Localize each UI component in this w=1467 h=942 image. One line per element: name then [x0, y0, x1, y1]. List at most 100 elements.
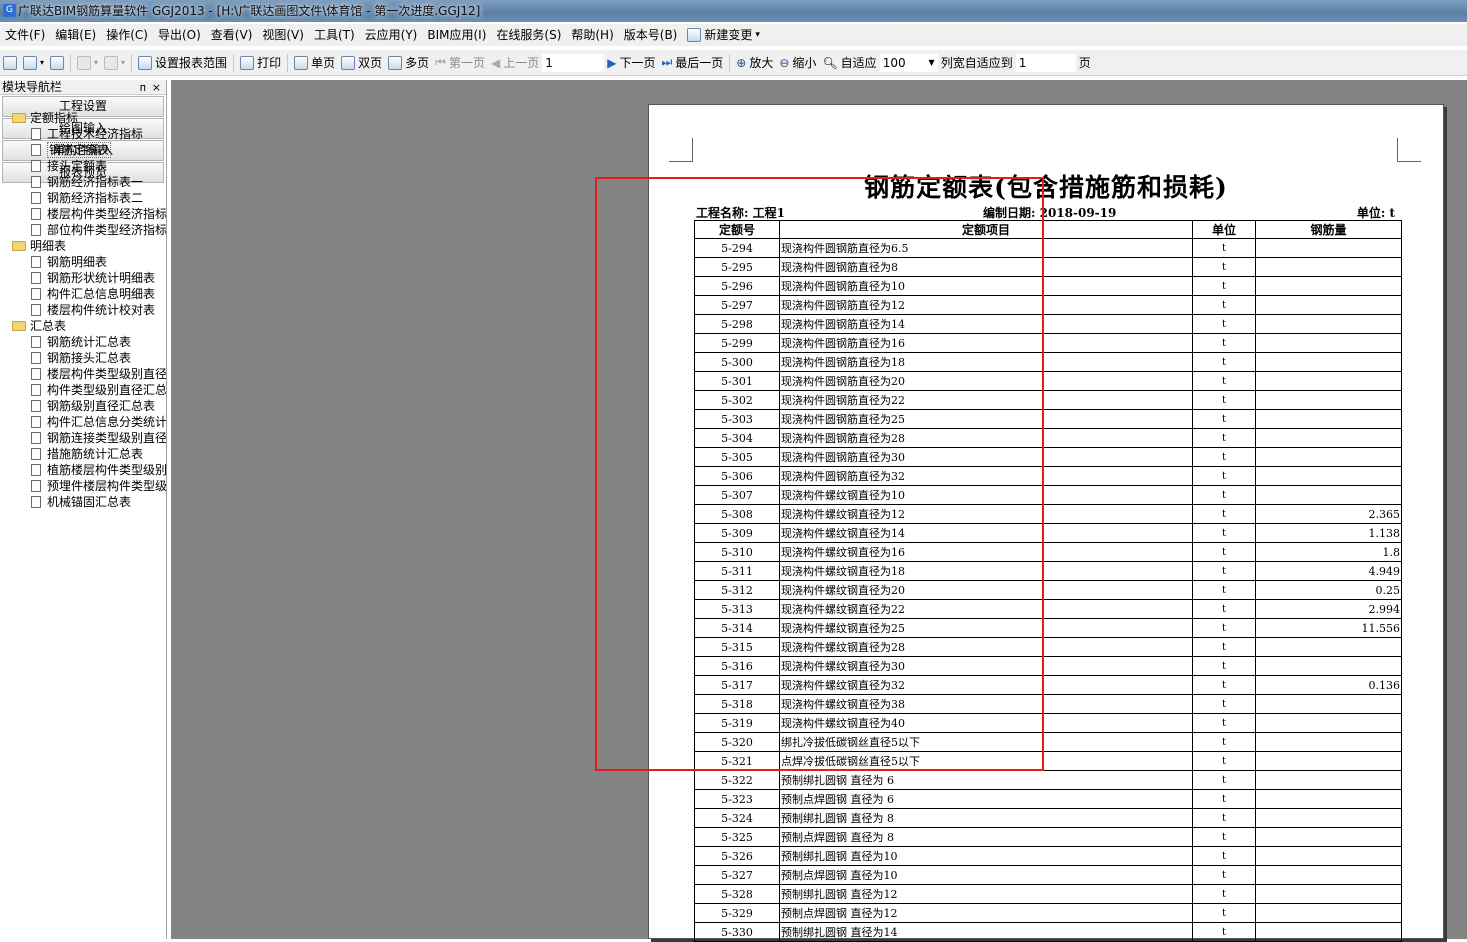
document-icon	[31, 176, 41, 188]
set-report-range-button[interactable]: 设置报表范围	[135, 52, 230, 74]
tree-report-item[interactable]: 钢筋定额表	[0, 142, 166, 158]
tree-report-item[interactable]: 钢筋明细表	[0, 254, 166, 270]
fit-button[interactable]: 🔍︎ 自适应	[819, 52, 879, 74]
tree-report-item[interactable]: 机械锚固汇总表	[0, 494, 166, 510]
menu-item[interactable]: 工具(T)	[309, 25, 360, 45]
document-icon	[31, 432, 41, 444]
quota-item-cell: 绑扎冷拔低碳钢丝直径5以下	[779, 732, 1193, 752]
quota-item-cell: 现浇构件螺纹钢直径为12	[779, 504, 1193, 524]
tree-report-item[interactable]: 接头定额表	[0, 158, 166, 174]
menu-item[interactable]: BIM应用(I)	[422, 25, 491, 45]
table-row: 5-312 现浇构件螺纹钢直径为20 t 0.25	[694, 580, 1402, 600]
multi-page-button[interactable]: 多页	[385, 52, 432, 74]
print-button[interactable]: 打印	[237, 52, 284, 74]
unit-label: 单位: t	[1356, 206, 1395, 220]
rebar-amount-cell	[1255, 808, 1402, 828]
zoom-in-button[interactable]: ⊕ 放大	[733, 52, 776, 74]
column-fit-button[interactable]: 列宽自适应到	[938, 52, 1016, 74]
tree-item-label: 构件汇总信息明细表	[47, 287, 156, 301]
next-page-button[interactable]: ▶ 下一页	[604, 52, 658, 74]
save-button[interactable]	[47, 52, 67, 74]
unit-cell: t	[1192, 485, 1256, 505]
tree-report-item[interactable]: 构件汇总信息明细表	[0, 286, 166, 302]
tree-report-item[interactable]: 部位构件类型经济指标	[0, 222, 166, 238]
tree-folder[interactable]: 汇总表	[0, 318, 166, 334]
quota-item-cell: 预制绑扎圆钢 直径为 8	[779, 808, 1193, 828]
tree-report-item[interactable]: 钢筋经济指标表二	[0, 190, 166, 206]
tree-folder[interactable]: 明细表	[0, 238, 166, 254]
table-row: 5-322 预制绑扎圆钢 直径为 6t	[694, 770, 1402, 790]
tree-report-item[interactable]: 构件汇总信息分类统计	[0, 414, 166, 430]
rebar-amount-cell	[1255, 352, 1402, 372]
menu-item[interactable]: 在线服务(S)	[491, 25, 566, 45]
menu-item[interactable]: 云应用(Y)	[360, 25, 423, 45]
rebar-amount-cell	[1255, 428, 1402, 448]
unit-cell: t	[1192, 371, 1256, 391]
quota-item-cell: 现浇构件螺纹钢直径为40	[779, 713, 1193, 733]
prev-page-button[interactable]: ◀ 上一页	[488, 52, 542, 74]
single-page-button[interactable]: 单页	[291, 52, 338, 74]
rebar-amount-cell: 4.949	[1255, 561, 1402, 581]
zoom-select[interactable]: 100 ▼	[879, 53, 938, 72]
last-page-button[interactable]: ⏭ 最后一页	[658, 52, 726, 74]
page-number-input[interactable]: 1	[542, 53, 605, 72]
quota-no-cell: 5-295	[694, 257, 780, 277]
zoom-out-button[interactable]: ⊖ 缩小	[776, 52, 819, 74]
quota-no-cell: 5-328	[694, 884, 780, 904]
tree-report-item[interactable]: 钢筋级别直径汇总表	[0, 398, 166, 414]
tree-report-item[interactable]: 构件类型级别直径汇总	[0, 382, 166, 398]
menu-item[interactable]: 导出(O)	[153, 25, 206, 45]
pin-icon[interactable]: ᴨ	[140, 80, 146, 95]
first-page-button[interactable]: ⏮ 第一页	[432, 52, 488, 74]
unit-cell: t	[1192, 732, 1256, 752]
redo-button[interactable]: ▾	[101, 52, 128, 74]
menu-item[interactable]: 新建变更 ▾	[682, 25, 765, 45]
tree-report-item[interactable]: 楼层构件类型级别直径	[0, 366, 166, 382]
tree-report-item[interactable]: 钢筋连接类型级别直径	[0, 430, 166, 446]
table-row: 5-318 现浇构件螺纹钢直径为38 t	[694, 694, 1402, 714]
new-file-button[interactable]	[0, 52, 20, 74]
undo-button[interactable]: ▾	[74, 52, 101, 74]
quota-no-cell: 5-297	[694, 295, 780, 315]
quota-item-cell: 现浇构件圆钢筋直径为14	[779, 314, 1193, 334]
table-row: 5-329 预制点焊圆钢 直径为12 t	[694, 903, 1402, 923]
rebar-amount-cell	[1255, 637, 1402, 657]
unit-cell: t	[1192, 903, 1256, 923]
column-fit-pages-input[interactable]: 1	[1015, 53, 1076, 72]
tree-report-item[interactable]: 楼层构件统计校对表	[0, 302, 166, 318]
tree-item-label: 定额指标	[30, 111, 79, 125]
menu-item[interactable]: 查看(V)	[206, 25, 258, 45]
tree-report-item[interactable]: 楼层构件类型经济指标	[0, 206, 166, 222]
menu-item[interactable]: 文件(F)	[0, 25, 50, 45]
printer-icon	[240, 55, 255, 70]
tree-report-item[interactable]: 钢筋形状统计明细表	[0, 270, 166, 286]
tree-report-item[interactable]: 措施筋统计汇总表	[0, 446, 166, 462]
menu-item[interactable]: 编辑(E)	[50, 25, 101, 45]
unit-cell: t	[1192, 827, 1256, 847]
unit-cell: t	[1192, 580, 1256, 600]
zoom-out-label: 缩小	[792, 56, 817, 70]
double-page-button[interactable]: 双页	[338, 52, 385, 74]
quota-no-cell: 5-303	[694, 409, 780, 429]
rebar-amount-cell	[1255, 390, 1402, 410]
tree-report-item[interactable]: 钢筋统计汇总表	[0, 334, 166, 350]
rebar-amount-cell	[1255, 466, 1402, 486]
close-icon[interactable]: ×	[152, 80, 161, 95]
tree-report-item[interactable]: 工程技术经济指标	[0, 126, 166, 142]
tree-item-label: 钢筋接头汇总表	[47, 351, 132, 365]
menu-item[interactable]: 帮助(H)	[566, 25, 618, 45]
tree-report-item[interactable]: 植筋楼层构件类型级别	[0, 462, 166, 478]
tree-folder[interactable]: 定额指标	[0, 110, 166, 126]
tree-report-item[interactable]: 钢筋经济指标表一	[0, 174, 166, 190]
unit-cell: t	[1192, 694, 1256, 714]
quota-no-cell: 5-296	[694, 276, 780, 296]
document-icon	[31, 256, 41, 268]
tree-report-item[interactable]: 预埋件楼层构件类型级	[0, 478, 166, 494]
unit-cell: t	[1192, 542, 1256, 562]
menu-item[interactable]: 操作(C)	[101, 25, 153, 45]
menu-item[interactable]: 版本号(B)	[619, 25, 683, 45]
rebar-amount-cell: 2.994	[1255, 599, 1402, 619]
tree-report-item[interactable]: 钢筋接头汇总表	[0, 350, 166, 366]
menu-item[interactable]: 视图(V)	[257, 25, 309, 45]
open-file-button[interactable]: ▾	[20, 52, 47, 74]
